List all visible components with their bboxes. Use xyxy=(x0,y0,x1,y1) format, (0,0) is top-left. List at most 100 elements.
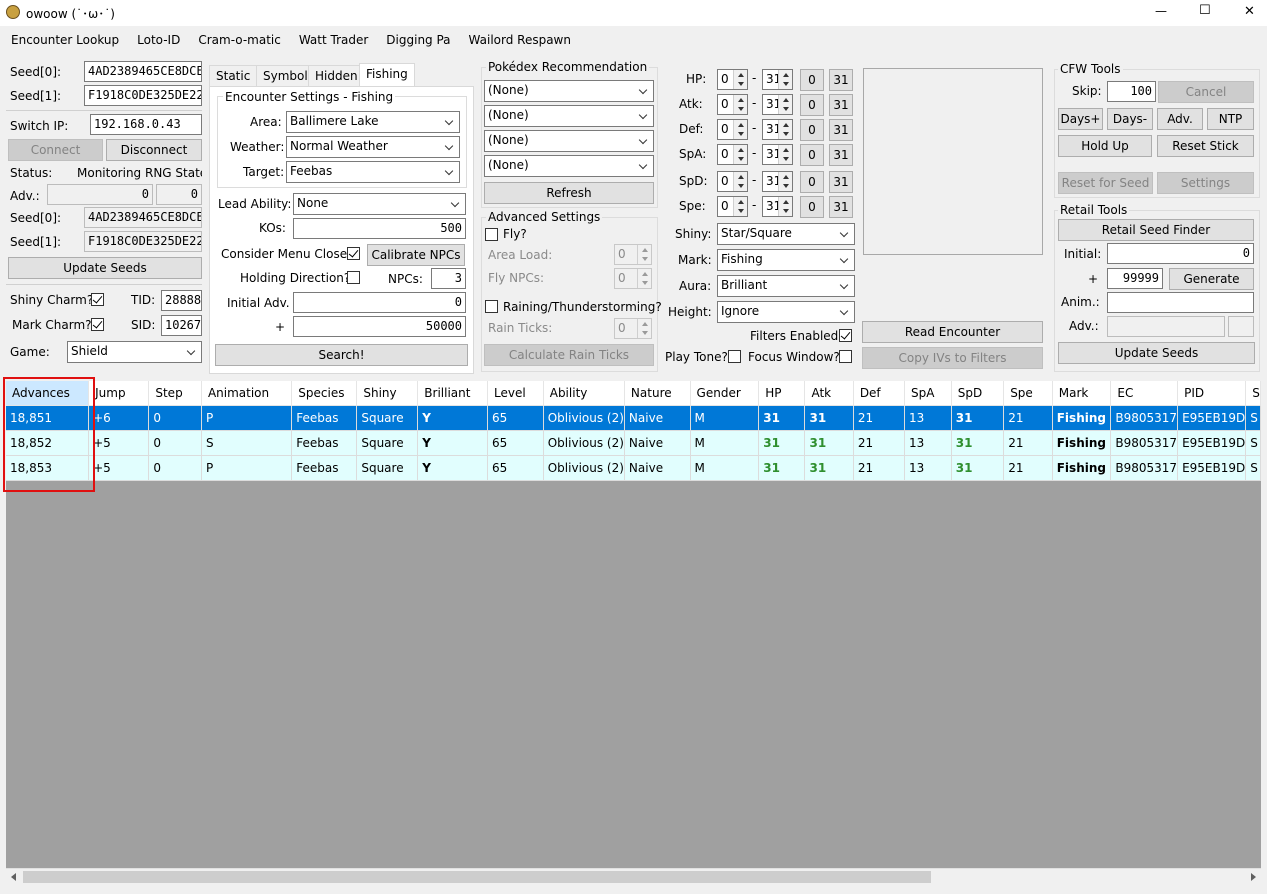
column-header-def[interactable]: Def xyxy=(853,381,906,406)
pokedex-select-2[interactable]: (None) xyxy=(484,105,654,127)
tab-symbol[interactable]: Symbol xyxy=(256,65,315,86)
spin-arrows-icon[interactable] xyxy=(733,145,747,164)
iv-atk-zero-button[interactable]: 0 xyxy=(800,94,824,116)
column-header-spa[interactable]: SpA xyxy=(904,381,952,406)
anim-field[interactable] xyxy=(1107,292,1254,313)
column-header-brilliant[interactable]: Brilliant xyxy=(417,381,489,406)
iv-spe-max-spinner[interactable]: 31 xyxy=(762,196,793,217)
iv-hp-max-button[interactable]: 31 xyxy=(829,69,853,91)
iv-atk-min-spinner[interactable]: 0 xyxy=(717,94,748,115)
column-header-hp[interactable]: HP xyxy=(758,381,806,406)
iv-spd-min-spinner[interactable]: 0 xyxy=(717,171,748,192)
area-select[interactable]: Ballimere Lake xyxy=(286,111,460,133)
iv-hp-max-spinner[interactable]: 31 xyxy=(762,69,793,90)
iv-hp-zero-button[interactable]: 0 xyxy=(800,69,824,91)
column-header-level[interactable]: Level xyxy=(487,381,544,406)
update-seeds-button[interactable]: Update Seeds xyxy=(8,257,202,279)
connect-button[interactable]: Connect xyxy=(8,139,103,161)
spin-arrows-icon[interactable] xyxy=(778,145,792,164)
menu-loto-id[interactable]: Loto-ID xyxy=(128,29,189,51)
retail-initial-field[interactable]: 0 xyxy=(1107,243,1254,264)
tab-fishing[interactable]: Fishing xyxy=(359,63,415,87)
spin-arrows-icon[interactable] xyxy=(778,70,792,89)
pokedex-select-4[interactable]: (None) xyxy=(484,155,654,177)
iv-atk-max-button[interactable]: 31 xyxy=(829,94,853,116)
focus-window-checkbox[interactable] xyxy=(839,350,852,363)
column-header-nature[interactable]: Nature xyxy=(624,381,691,406)
tab-hidden[interactable]: Hidden xyxy=(308,65,365,86)
results-grid[interactable]: Advances Jump Step Animation Species Shiny Bri… xyxy=(6,381,1261,868)
column-header-spd[interactable]: SpD xyxy=(951,381,1005,406)
column-header-ability[interactable]: Ability xyxy=(543,381,625,406)
initial-adv-field[interactable]: 0 xyxy=(293,292,466,313)
play-tone-checkbox[interactable] xyxy=(728,350,741,363)
menu-close-checkbox[interactable] xyxy=(347,247,360,260)
iv-def-min-spinner[interactable]: 0 xyxy=(717,119,748,140)
adv-button[interactable]: Adv. xyxy=(1157,108,1203,130)
spin-arrows-icon[interactable] xyxy=(778,197,792,216)
calibrate-npcs-button[interactable]: Calibrate NPCs xyxy=(367,244,465,266)
iv-def-max-spinner[interactable]: 31 xyxy=(762,119,793,140)
scroll-right-icon[interactable] xyxy=(1251,873,1256,881)
skip-field[interactable]: 100 xyxy=(1107,81,1156,102)
pokedex-select-3[interactable]: (None) xyxy=(484,130,654,152)
days-plus-button[interactable]: Days+ xyxy=(1058,108,1103,130)
column-header-ec[interactable]: EC xyxy=(1110,381,1179,406)
spin-arrows-icon[interactable] xyxy=(733,120,747,139)
iv-atk-max-spinner[interactable]: 31 xyxy=(762,94,793,115)
scroll-thumb[interactable] xyxy=(23,871,931,883)
iv-spd-max-spinner[interactable]: 31 xyxy=(762,171,793,192)
menu-watt-trader[interactable]: Watt Trader xyxy=(290,29,377,51)
copy-ivs-button[interactable]: Copy IVs to Filters xyxy=(862,347,1043,369)
iv-spa-min-spinner[interactable]: 0 xyxy=(717,144,748,165)
horizontal-scrollbar[interactable] xyxy=(6,868,1261,884)
spin-arrows-icon[interactable] xyxy=(733,197,747,216)
iv-spe-min-spinner[interactable]: 0 xyxy=(717,196,748,217)
search-button[interactable]: Search! xyxy=(215,344,468,366)
spin-arrows-icon[interactable] xyxy=(733,70,747,89)
iv-spe-max-button[interactable]: 31 xyxy=(829,196,853,218)
tid-field[interactable]: 28888 xyxy=(161,290,202,311)
weather-select[interactable]: Normal Weather xyxy=(286,136,460,158)
iv-spd-max-button[interactable]: 31 xyxy=(829,171,853,193)
minimize-icon[interactable]: — xyxy=(1155,4,1167,18)
shiny-filter-select[interactable]: Star/Square xyxy=(717,223,855,245)
sid-field[interactable]: 10267 xyxy=(161,315,202,336)
spin-arrows-icon[interactable] xyxy=(733,95,747,114)
column-header-species[interactable]: Species xyxy=(291,381,358,406)
iv-spd-zero-button[interactable]: 0 xyxy=(800,171,824,193)
target-select[interactable]: Feebas xyxy=(286,161,460,183)
menu-wailord-respawn[interactable]: Wailord Respawn xyxy=(460,29,580,51)
menu-digging-pa[interactable]: Digging Pa xyxy=(377,29,459,51)
iv-hp-min-spinner[interactable]: 0 xyxy=(717,69,748,90)
spin-arrows-icon[interactable] xyxy=(778,120,792,139)
tab-static[interactable]: Static xyxy=(209,65,258,86)
iv-spe-zero-button[interactable]: 0 xyxy=(800,196,824,218)
ntp-button[interactable]: NTP xyxy=(1207,108,1254,130)
seed0-field[interactable]: 4AD2389465CE8DCE xyxy=(84,61,202,82)
raining-checkbox[interactable] xyxy=(485,300,498,313)
iv-spa-max-spinner[interactable]: 31 xyxy=(762,144,793,165)
advances-field[interactable]: 50000 xyxy=(293,316,466,337)
refresh-button[interactable]: Refresh xyxy=(484,182,654,204)
column-header-atk[interactable]: Atk xyxy=(804,381,854,406)
reset-stick-button[interactable]: Reset Stick xyxy=(1157,135,1254,157)
hold-up-button[interactable]: Hold Up xyxy=(1058,135,1152,157)
column-header-pid[interactable]: PID xyxy=(1177,381,1247,406)
calculate-rain-ticks-button[interactable]: Calculate Rain Ticks xyxy=(484,344,654,366)
settings-button[interactable]: Settings xyxy=(1157,172,1254,194)
iv-spa-zero-button[interactable]: 0 xyxy=(800,144,824,166)
column-header-jump[interactable]: Jump xyxy=(88,381,150,406)
close-icon[interactable]: ✕ xyxy=(1244,4,1255,19)
pokedex-select-1[interactable]: (None) xyxy=(484,80,654,102)
table-row[interactable]: 18,851 +6 0 P Feebas Square Y 65 Oblivious (2) Na… xyxy=(6,405,1261,431)
retail-update-seeds-button[interactable]: Update Seeds xyxy=(1058,342,1255,364)
menu-cram-o-matic[interactable]: Cram-o-matic xyxy=(189,29,289,51)
cancel-button[interactable]: Cancel xyxy=(1158,81,1254,103)
aura-filter-select[interactable]: Brilliant xyxy=(717,275,855,297)
spin-arrows-icon[interactable] xyxy=(778,172,792,191)
retail-plus-field[interactable]: 99999 xyxy=(1107,268,1163,289)
menu-encounter-lookup[interactable]: Encounter Lookup xyxy=(2,29,128,51)
mark-filter-select[interactable]: Fishing xyxy=(717,249,855,271)
lead-ability-select[interactable]: None xyxy=(293,193,466,215)
